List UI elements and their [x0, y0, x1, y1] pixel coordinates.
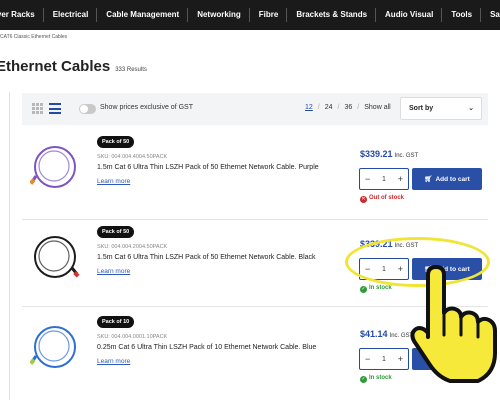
sort-select-label: Sort by [409, 105, 434, 112]
toggle-knob [80, 105, 88, 113]
price-value: $339.21 [360, 149, 393, 159]
in-stock-icon: ✓ [360, 376, 367, 383]
page-title: Ethernet Cables [0, 58, 111, 75]
add-to-cart-button[interactable]: 🛒︎ Add to cart [412, 258, 482, 280]
per-page-separator: / [357, 104, 360, 111]
cart-icon: 🛒︎ [424, 356, 433, 363]
price-value: $339.21 [360, 239, 393, 249]
price-suffix: Inc. GST [389, 333, 414, 339]
learn-more-link[interactable]: Learn more [97, 178, 130, 185]
product-sku: SKU: 004.004.2004.50PACK [97, 244, 168, 250]
per-page-separator: / [317, 104, 320, 111]
nav-item-server-racks[interactable]: Server Racks [0, 0, 44, 30]
cart-icon: 🛒︎ [424, 266, 433, 273]
product-image[interactable] [30, 322, 80, 372]
product-row: Pack of 10 SKU: 004.004.0001.10PACK 0.25… [22, 316, 488, 400]
stock-status: ✕ Out of stock [360, 195, 404, 203]
quantity-value[interactable]: 1 [382, 266, 386, 273]
in-stock-icon: ✓ [360, 286, 367, 293]
listing-toolbar: Show prices exclusive of GST 12 / 24 / 3… [22, 93, 488, 125]
grid-view-icon[interactable] [32, 103, 43, 114]
chevron-down-icon: ⌄ [468, 105, 474, 112]
stock-status-label: In stock [369, 375, 392, 381]
result-count: 333 Results [115, 67, 147, 73]
quantity-value[interactable]: 1 [382, 356, 386, 363]
per-page-36[interactable]: 36 [345, 104, 353, 111]
product-sku: SKU: 004.004.0001.10PACK [97, 334, 168, 340]
learn-more-link[interactable]: Learn more [97, 268, 130, 275]
sort-select[interactable]: Sort by ⌄ [400, 97, 482, 120]
gst-toggle-label: Show prices exclusive of GST [100, 104, 193, 111]
per-page-selector: 12 / 24 / 36 / Show all [305, 104, 391, 111]
nav-item-brackets-stands[interactable]: Brackets & Stands [287, 0, 376, 30]
add-to-cart-button[interactable]: 🛒︎ Add to cart [412, 348, 482, 370]
nav-item-cable-management[interactable]: Cable Management [97, 0, 189, 30]
product-price: $339.21 Inc. GST [360, 149, 418, 159]
per-page-show-all[interactable]: Show all [364, 104, 390, 111]
learn-more-link[interactable]: Learn more [97, 358, 130, 365]
pack-badge: Pack of 10 [97, 316, 135, 328]
per-page-separator: / [337, 104, 340, 111]
nav-item-audio-visual[interactable]: Audio Visual [376, 0, 443, 30]
row-divider [22, 219, 488, 220]
decrement-button[interactable]: − [365, 264, 370, 274]
quantity-stepper: − 1 + [359, 348, 409, 370]
increment-button[interactable]: + [398, 174, 403, 184]
price-value: $41.14 [360, 329, 388, 339]
product-sku: SKU: 004.004.4004.50PACK [97, 154, 168, 160]
nav-item-tools[interactable]: Tools [442, 0, 481, 30]
page-header: Ethernet Cables 333 Results [0, 58, 147, 75]
quantity-value[interactable]: 1 [382, 176, 386, 183]
nav-item-fibre[interactable]: Fibre [250, 0, 288, 30]
price-suffix: Inc. GST [394, 153, 419, 159]
nav-item-sale[interactable]: Sale [481, 0, 500, 30]
row-divider [22, 306, 488, 307]
product-price: $339.21 Inc. GST [360, 239, 418, 249]
decrement-button[interactable]: − [365, 174, 370, 184]
stock-status: ✓ In stock [360, 375, 392, 383]
top-nav: Server Racks Electrical Cable Management… [0, 0, 500, 30]
stock-status: ✓ In stock [360, 285, 392, 293]
per-page-24[interactable]: 24 [325, 104, 333, 111]
increment-button[interactable]: + [398, 354, 403, 364]
product-row: Pack of 50 SKU: 004.004.4004.50PACK 1.5m… [22, 136, 488, 224]
add-to-cart-label: Add to cart [435, 175, 470, 183]
cart-icon: 🛒︎ [424, 176, 433, 183]
product-name[interactable]: 1.5m Cat 6 Ultra Thin LSZH Pack of 50 Et… [97, 164, 319, 171]
product-image[interactable] [30, 142, 80, 192]
increment-button[interactable]: + [398, 264, 403, 274]
breadcrumb[interactable]: CAT6 Classic Ethernet Cables [0, 34, 67, 40]
product-image[interactable] [30, 232, 80, 282]
list-view-icon[interactable] [49, 103, 61, 114]
stock-status-label: In stock [369, 285, 392, 291]
pack-badge: Pack of 50 [97, 136, 135, 148]
per-page-12[interactable]: 12 [305, 104, 313, 111]
product-name[interactable]: 0.25m Cat 6 Ultra Thin LSZH Pack of 10 E… [97, 344, 316, 351]
price-suffix: Inc. GST [394, 243, 419, 249]
stock-status-label: Out of stock [369, 195, 405, 201]
add-to-cart-button[interactable]: 🛒︎ Add to cart [412, 168, 482, 190]
sidebar-divider [9, 92, 10, 400]
add-to-cart-label: Add to cart [435, 355, 470, 363]
out-of-stock-icon: ✕ [360, 196, 367, 203]
product-price: $41.14 Inc. GST [360, 329, 413, 339]
decrement-button[interactable]: − [365, 354, 370, 364]
quantity-stepper: − 1 + [359, 258, 409, 280]
nav-item-networking[interactable]: Networking [188, 0, 250, 30]
product-row: Pack of 50 SKU: 004.004.2004.50PACK 1.5m… [22, 226, 488, 314]
product-name[interactable]: 1.5m Cat 6 Ultra Thin LSZH Pack of 50 Et… [97, 254, 316, 261]
nav-item-electrical[interactable]: Electrical [44, 0, 98, 30]
pack-badge: Pack of 50 [97, 226, 135, 238]
add-to-cart-label: Add to cart [435, 265, 470, 273]
gst-toggle[interactable] [79, 104, 96, 114]
quantity-stepper: − 1 + [359, 168, 409, 190]
